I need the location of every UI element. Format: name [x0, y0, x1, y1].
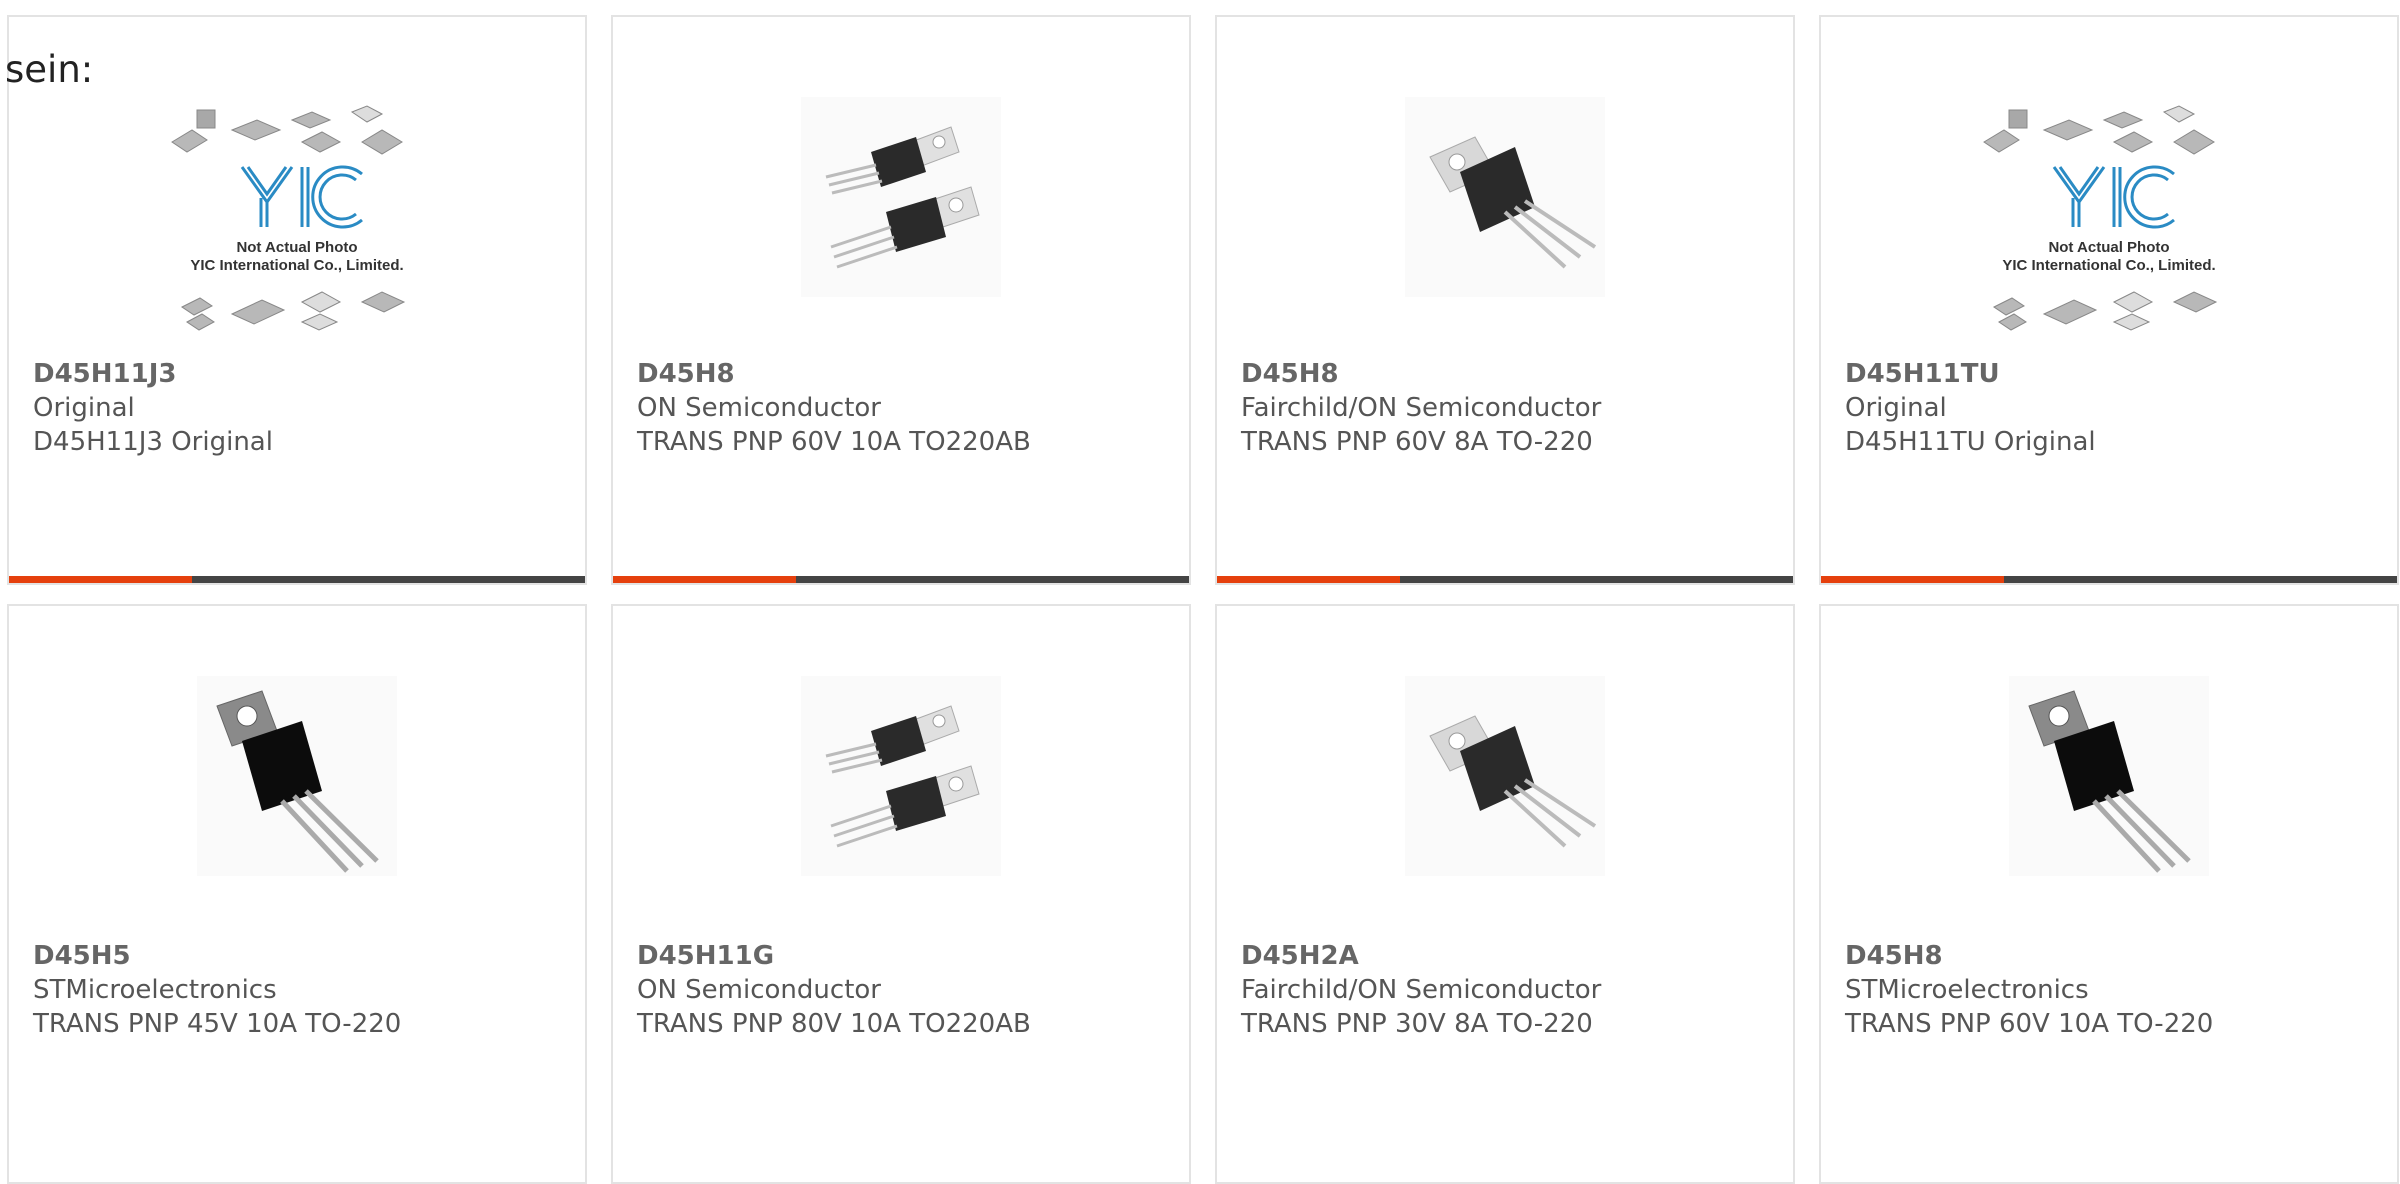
product-image-placeholder[interactable]: Not Actual Photo YIC International Co., … — [162, 102, 432, 352]
description: TRANS PNP 30V 8A TO-220 — [1241, 1009, 1593, 1039]
manufacturer: Fairchild/ON Semiconductor — [1241, 393, 1602, 423]
card-bar-accent — [613, 576, 796, 583]
description: D45H11TU Original — [1845, 427, 2096, 457]
card-bar-accent — [9, 576, 192, 583]
placeholder-line1: Not Actual Photo — [236, 239, 357, 256]
card-bar — [613, 576, 1189, 583]
card-bar — [9, 576, 585, 583]
description: TRANS PNP 60V 10A TO220AB — [637, 427, 1031, 457]
product-image-st-transistor[interactable] — [2009, 676, 2209, 876]
part-number[interactable]: D45H8 — [1845, 939, 2387, 973]
part-number[interactable]: D45H11TU — [1845, 357, 2387, 391]
product-image-placeholder[interactable]: Not Actual Photo YIC International Co., … — [1974, 102, 2244, 352]
part-number[interactable]: D45H11G — [637, 939, 1179, 973]
placeholder-line2: YIC International Co., Limited. — [190, 257, 403, 274]
product-image-st-transistor[interactable] — [197, 676, 397, 876]
product-card[interactable]: Not Actual Photo YIC International Co., … — [1819, 15, 2399, 585]
card-bar — [1821, 576, 2397, 583]
manufacturer: ON Semiconductor — [637, 393, 881, 423]
product-card[interactable]: D45H5 STMicroelectronics TRANS PNP 45V 1… — [7, 604, 587, 1184]
card-bar-accent — [1821, 576, 2004, 583]
product-card[interactable]: D45H11G ON Semiconductor TRANS PNP 80V 1… — [611, 604, 1191, 1184]
product-card[interactable]: Not Actual Photo YIC International Co., … — [7, 15, 587, 585]
product-image-transistor[interactable] — [1405, 676, 1605, 876]
product-image-two-transistors[interactable] — [801, 676, 1001, 876]
part-number[interactable]: D45H8 — [637, 357, 1179, 391]
product-card[interactable]: D45H8 ON Semiconductor TRANS PNP 60V 10A… — [611, 15, 1191, 585]
lead-text: sein: — [5, 48, 94, 91]
product-image-transistor[interactable] — [1405, 97, 1605, 297]
manufacturer: Original — [33, 393, 135, 423]
product-grid: Not Actual Photo YIC International Co., … — [0, 0, 2400, 1184]
part-number[interactable]: D45H2A — [1241, 939, 1783, 973]
part-number[interactable]: D45H8 — [1241, 357, 1783, 391]
description: TRANS PNP 45V 10A TO-220 — [33, 1009, 402, 1039]
description: TRANS PNP 60V 8A TO-220 — [1241, 427, 1593, 457]
description: TRANS PNP 60V 10A TO-220 — [1845, 1009, 2214, 1039]
placeholder-line2: YIC International Co., Limited. — [2002, 257, 2215, 274]
product-card[interactable]: D45H8 STMicroelectronics TRANS PNP 60V 1… — [1819, 604, 2399, 1184]
product-card[interactable]: D45H2A Fairchild/ON Semiconductor TRANS … — [1215, 604, 1795, 1184]
product-image-two-transistors[interactable] — [801, 97, 1001, 297]
description: TRANS PNP 80V 10A TO220AB — [637, 1009, 1031, 1039]
part-number[interactable]: D45H11J3 — [33, 357, 575, 391]
description: D45H11J3 Original — [33, 427, 273, 457]
manufacturer: Original — [1845, 393, 1947, 423]
manufacturer: ON Semiconductor — [637, 975, 881, 1005]
manufacturer: STMicroelectronics — [33, 975, 277, 1005]
card-bar — [1217, 576, 1793, 583]
product-card[interactable]: D45H8 Fairchild/ON Semiconductor TRANS P… — [1215, 15, 1795, 585]
manufacturer: Fairchild/ON Semiconductor — [1241, 975, 1602, 1005]
placeholder-line1: Not Actual Photo — [2048, 239, 2169, 256]
card-bar-accent — [1217, 576, 1400, 583]
manufacturer: STMicroelectronics — [1845, 975, 2089, 1005]
part-number[interactable]: D45H5 — [33, 939, 575, 973]
